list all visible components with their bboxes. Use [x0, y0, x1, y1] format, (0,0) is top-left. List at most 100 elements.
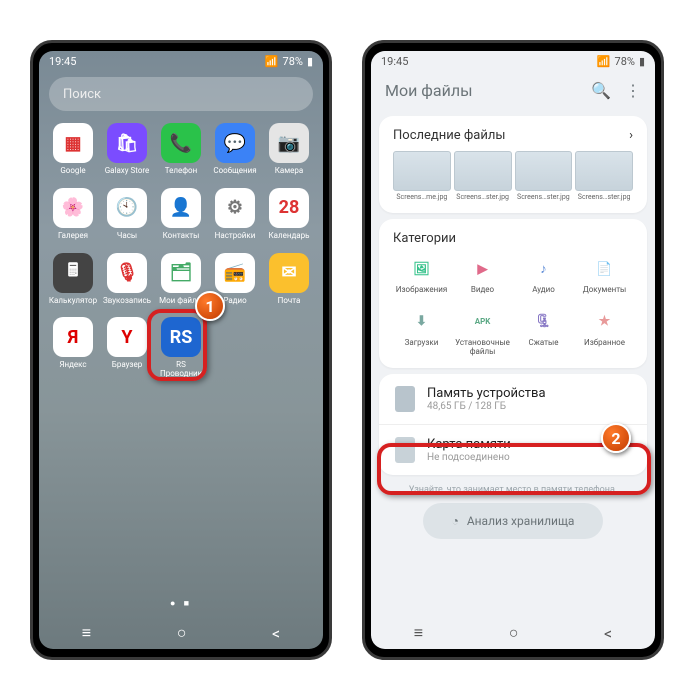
- app-label: Настройки: [215, 232, 256, 241]
- app-label: Браузер: [112, 361, 142, 370]
- app-label: Яндекс: [59, 361, 86, 370]
- status-time: 19:45: [381, 55, 408, 68]
- category-label: Сжатые: [529, 339, 559, 348]
- thumb-image: [515, 151, 573, 191]
- category-label: Установочные файлы: [454, 339, 511, 357]
- nav-bar: ≡ ○ <: [371, 617, 655, 649]
- marker-2: 2: [601, 423, 631, 453]
- recent-title: Последние файлы: [393, 128, 505, 143]
- nav-home[interactable]: ○: [177, 623, 187, 643]
- recent-thumb[interactable]: Screens…ster.jpg: [454, 151, 512, 201]
- thumb-image: [454, 151, 512, 191]
- app-label: Почта: [278, 297, 301, 306]
- category-избранное[interactable]: ★Избранное: [576, 309, 633, 357]
- thumb-caption: Screens…me.jpg: [393, 193, 451, 201]
- page-indicator: ● ■: [39, 598, 323, 609]
- app-icon: 🕙: [107, 188, 147, 228]
- nav-back[interactable]: <: [272, 624, 280, 643]
- category-документы[interactable]: 📄Документы: [576, 256, 633, 295]
- device-storage[interactable]: Память устройства 48,65 ГБ / 128 ГБ: [379, 374, 647, 424]
- thumb-image: [393, 151, 451, 191]
- search-input[interactable]: Поиск: [49, 77, 313, 111]
- app-контакты[interactable]: 👤Контакты: [155, 188, 207, 241]
- app-google[interactable]: ▦ Google: [47, 123, 99, 176]
- categories-card: Категории 🖼Изображения▶Видео ♪ Аудио 📄Докум…: [379, 219, 647, 368]
- category-icon: APK: [470, 309, 496, 335]
- app-icon: 🎙: [107, 253, 147, 293]
- recent-thumbs: Screens…me.jpgScreens…ster.jpgScreens…st…: [393, 151, 633, 201]
- category-icon: ♪: [531, 256, 557, 282]
- category-сжатые[interactable]: 🗜Сжатые: [515, 309, 572, 357]
- status-right: 📶 78% ▮: [265, 55, 313, 68]
- app-телефон[interactable]: 📞Телефон: [155, 123, 207, 176]
- app-icon: Y: [107, 317, 147, 357]
- more-icon[interactable]: ⋮: [625, 81, 641, 100]
- app-браузер[interactable]: Y Браузер: [101, 317, 153, 379]
- app-почта[interactable]: ✉Почта: [263, 253, 315, 306]
- chevron-right-icon: ›: [629, 128, 633, 143]
- page-title: Мои файлы: [385, 81, 577, 100]
- status-time: 19:45: [49, 55, 76, 68]
- app-сообщения[interactable]: 💬 Сообщения: [209, 123, 261, 176]
- category-label: Загрузки: [405, 339, 439, 348]
- app-icon: 💬: [215, 123, 255, 163]
- app-label: Google: [60, 167, 85, 176]
- recent-thumb[interactable]: Screens…ster.jpg: [575, 151, 633, 201]
- app-label: Сообщения: [213, 167, 256, 176]
- battery-icon: ▮: [307, 55, 313, 68]
- category-icon: 🖼: [409, 256, 435, 282]
- analyse-button[interactable]: ◔ Анализ хранилища: [423, 503, 603, 539]
- app-часы[interactable]: 🕙Часы: [101, 188, 153, 241]
- search-placeholder: Поиск: [63, 87, 101, 102]
- app-label: Калькулятор: [49, 297, 97, 306]
- marker-1: 1: [195, 291, 225, 321]
- app-label: Контакты: [163, 232, 200, 241]
- app-звукозапись[interactable]: 🎙Звукозапись: [101, 253, 153, 306]
- thumb-caption: Screens…ster.jpg: [575, 193, 633, 201]
- app-календарь[interactable]: 28Календарь: [263, 188, 315, 241]
- category-установочные файлы[interactable]: APK Установочные файлы: [454, 309, 511, 357]
- app-icon: 📻: [215, 253, 255, 293]
- app-icon: 🌸: [53, 188, 93, 228]
- app-галерея[interactable]: 🌸Галерея: [47, 188, 99, 241]
- battery-text: 78%: [615, 55, 635, 68]
- app-icon: 🖩: [53, 253, 93, 293]
- category-видео[interactable]: ▶Видео: [454, 256, 511, 295]
- recent-files-card[interactable]: Последние файлы › Screens…me.jpgScreens……: [379, 116, 647, 213]
- categories-title: Категории: [393, 231, 456, 246]
- category-label: Видео: [471, 286, 494, 295]
- phone-left: 19:45 📶 78% ▮ Поиск ▦ Google 🛍Galaxy Store…: [30, 40, 332, 660]
- app-label: Календарь: [269, 232, 310, 241]
- storage-title: Память устройства: [427, 386, 631, 401]
- nav-bar: ≡ ○ <: [39, 617, 323, 649]
- app-icon: 📷: [269, 123, 309, 163]
- app-icon: 📞: [161, 123, 201, 163]
- nav-home[interactable]: ○: [509, 623, 519, 643]
- app-камера[interactable]: 📷Камера: [263, 123, 315, 176]
- app-яндекс[interactable]: ЯЯндекс: [47, 317, 99, 379]
- app-icon: ⚙: [215, 188, 255, 228]
- battery-text: 78%: [283, 55, 303, 68]
- signal-icon: 📶: [265, 55, 279, 68]
- app-icon: ▦: [53, 123, 93, 163]
- recent-thumb[interactable]: Screens…me.jpg: [393, 151, 451, 201]
- storage-sub: 48,65 ГБ / 128 ГБ: [427, 401, 631, 412]
- search-icon[interactable]: 🔍: [591, 81, 611, 100]
- nav-recents[interactable]: ≡: [82, 623, 91, 643]
- nav-recents[interactable]: ≡: [414, 623, 423, 643]
- categories-grid: 🖼Изображения▶Видео ♪ Аудио 📄Документы ⬇ Загру…: [393, 256, 633, 356]
- category-изображения[interactable]: 🖼Изображения: [393, 256, 450, 295]
- category-label: Документы: [583, 286, 627, 295]
- app-калькулятор[interactable]: 🖩 Калькулятор: [47, 253, 99, 306]
- category-аудио[interactable]: ♪ Аудио: [515, 256, 572, 295]
- app-galaxy-store[interactable]: 🛍Galaxy Store: [101, 123, 153, 176]
- category-загрузки[interactable]: ⬇ Загрузки: [393, 309, 450, 357]
- app-настройки[interactable]: ⚙ Настройки: [209, 188, 261, 241]
- recent-thumb[interactable]: Screens…ster.jpg: [515, 151, 573, 201]
- files-screen: 19:45 📶 78% ▮ Мои файлы 🔍 ⋮ Последние фа…: [371, 51, 655, 649]
- nav-back[interactable]: <: [604, 624, 612, 643]
- category-label: Аудио: [532, 286, 555, 295]
- category-label: Избранное: [584, 339, 625, 348]
- category-icon: ⬇: [409, 309, 435, 335]
- analyse-label: Анализ хранилища: [467, 514, 575, 528]
